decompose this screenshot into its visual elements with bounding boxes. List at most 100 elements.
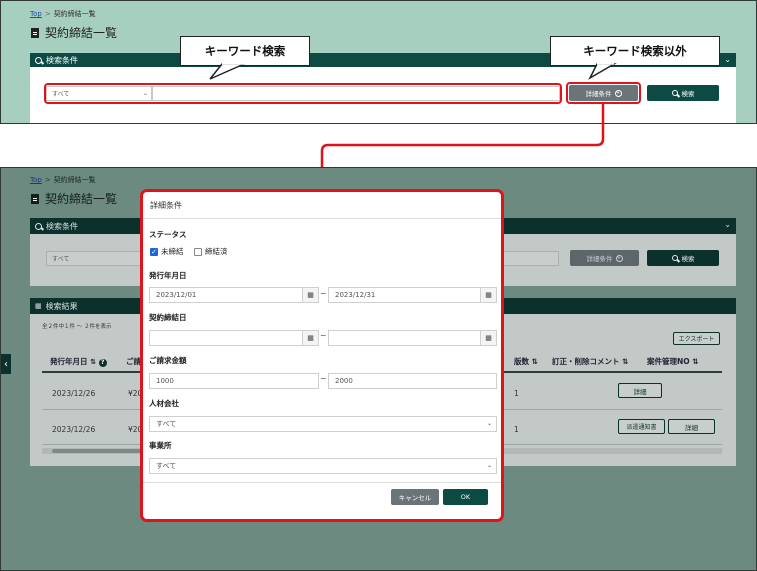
input-value: 1000 xyxy=(156,377,174,385)
top-screenshot: Top>契約締結一覧 契約締結一覧 検索条件 ⌄ すべて ⌄ 詳細条件+ xyxy=(0,0,757,124)
document-icon xyxy=(31,27,39,38)
amount-from-input[interactable]: 1000 xyxy=(149,373,319,389)
amount-label: ご請求金額 xyxy=(149,356,187,365)
breadcrumb-current: 契約締結一覧 xyxy=(53,10,96,18)
breadcrumb: Top > 契約締結一覧 xyxy=(30,9,96,19)
office-select[interactable]: すべて ⌄ xyxy=(149,458,497,474)
select-value: すべて xyxy=(156,420,177,428)
amount-to-input[interactable]: 2000 xyxy=(328,373,497,389)
issue-date-to-input[interactable]: 2023/12/31 ▦ xyxy=(328,287,497,303)
row-issue-date: 2023/12/26 xyxy=(52,389,96,398)
dispatch-notice-button[interactable]: 派遣通知書 xyxy=(618,419,665,434)
breadcrumb: Top > 契約締結一覧 xyxy=(30,175,96,185)
breadcrumb-separator: > xyxy=(44,10,51,18)
staffing-company-select[interactable]: すべて ⌄ xyxy=(149,416,497,432)
breadcrumb-current: 契約締結一覧 xyxy=(53,176,96,184)
callout-keyword-search: キーワード検索 xyxy=(180,36,310,66)
chevron-down-icon[interactable]: ⌄ xyxy=(724,220,731,229)
calendar-icon[interactable]: ▦ xyxy=(302,331,318,345)
export-button[interactable]: エクスポート xyxy=(673,332,720,345)
column-header-comment[interactable]: 訂正・削除コメント ⇅ xyxy=(552,356,628,367)
chevron-left-icon[interactable]: ‹ xyxy=(1,354,11,374)
callout-other-text: キーワード検索以外 xyxy=(583,44,687,58)
sort-icon[interactable]: ⇅ xyxy=(532,357,538,366)
results-card-title: 検索結果 xyxy=(45,301,78,311)
column-header-label: 発行年月日 xyxy=(50,357,88,366)
search-icon xyxy=(35,56,42,64)
chevron-down-icon: ⌄ xyxy=(486,420,492,427)
sort-icon[interactable]: ⇅ xyxy=(692,357,698,366)
export-button-label: エクスポート xyxy=(678,336,715,343)
callout-other-search: キーワード検索以外 xyxy=(550,36,720,66)
column-header-label: 訂正・削除コメント xyxy=(552,357,620,366)
checkbox-label: 未締結 xyxy=(161,247,184,256)
select-value: すべて xyxy=(156,462,177,470)
detail-button-label: 詳細条件 xyxy=(586,255,613,263)
column-header-issue-date[interactable]: 発行年月日 ⇅ ? xyxy=(50,356,107,367)
calendar-icon[interactable]: ▦ xyxy=(480,331,496,345)
search-icon xyxy=(671,90,678,96)
cancel-button[interactable]: キャンセル xyxy=(391,489,439,505)
issue-date-from-input[interactable]: 2023/12/01 ▦ xyxy=(149,287,319,303)
search-card-title: 検索条件 xyxy=(46,55,78,65)
detail-conditions-modal: 詳細条件 ステータス ✓ 未締結 締結済 発行年月日 2023/12/01 ▦ ~… xyxy=(140,189,504,522)
row-version: 1 xyxy=(514,389,519,398)
contract-date-from-input[interactable]: ▦ xyxy=(149,330,319,346)
column-header-amount[interactable]: ご請 xyxy=(126,356,141,367)
column-header-case-no[interactable]: 案件管理NO ⇅ xyxy=(647,356,699,367)
office-label: 事業所 xyxy=(149,441,172,450)
checkbox-label: 締結済 xyxy=(205,247,228,256)
staffing-company-label: 人材会社 xyxy=(149,399,179,408)
column-header-label: 案件管理NO xyxy=(647,357,690,366)
sort-icon[interactable]: ⇅ xyxy=(622,357,628,366)
tutorial-figure: Top>契約締結一覧 契約締結一覧 検索条件 ⌄ すべて ⌄ 詳細条件+ xyxy=(0,0,757,571)
page-title: 契約締結一覧 xyxy=(31,190,117,207)
sort-icon[interactable]: ⇅ xyxy=(90,358,96,366)
input-value: 2000 xyxy=(335,377,353,385)
breadcrumb-separator: > xyxy=(44,176,51,184)
search-button-label: 検索 xyxy=(681,90,695,98)
row-issue-date: 2023/12/26 xyxy=(52,425,96,434)
breadcrumb-home-link[interactable]: Top xyxy=(30,176,42,184)
table-icon: ▦ xyxy=(35,302,42,310)
search-icon xyxy=(671,255,678,261)
range-separator: ~ xyxy=(320,331,327,340)
calendar-icon[interactable]: ▦ xyxy=(480,288,496,302)
keyword-highlight-box xyxy=(44,83,562,104)
input-value: 2023/12/31 xyxy=(335,291,376,299)
plus-circle-icon: + xyxy=(615,254,623,262)
status-checkbox-signed[interactable]: 締結済 xyxy=(194,246,228,257)
modal-footer-divider xyxy=(143,482,501,483)
column-header-version[interactable]: 版数 ⇅ xyxy=(514,356,538,367)
checkbox-checked-icon: ✓ xyxy=(150,247,158,256)
page-title-text: 契約締結一覧 xyxy=(45,26,118,40)
chevron-down-icon[interactable]: ⌄ xyxy=(724,55,731,64)
range-separator: ~ xyxy=(320,289,327,298)
document-icon xyxy=(31,193,39,204)
row-version: 1 xyxy=(514,425,519,434)
page-title: 契約締結一覧 xyxy=(31,24,117,41)
status-label: ステータス xyxy=(149,230,187,239)
input-value: 2023/12/01 xyxy=(156,291,197,299)
detail-button[interactable]: 詳細 xyxy=(668,419,715,434)
search-button[interactable]: 検索 xyxy=(647,250,719,266)
ok-button[interactable]: OK xyxy=(443,489,488,505)
contract-date-to-input[interactable]: ▦ xyxy=(328,330,497,346)
page-title-text: 契約締結一覧 xyxy=(45,192,118,206)
calendar-icon[interactable]: ▦ xyxy=(302,288,318,302)
search-button[interactable]: 検索 xyxy=(647,85,719,101)
help-icon[interactable]: ? xyxy=(98,359,107,367)
result-count: 全２件中１件 ～ ２件を表示 xyxy=(42,324,112,330)
checkbox-unchecked-icon xyxy=(194,247,202,256)
category-select-value: すべて xyxy=(52,256,70,263)
search-button-label: 検索 xyxy=(681,255,695,263)
breadcrumb-home-link[interactable]: Top xyxy=(30,10,42,18)
column-header-label: 版数 xyxy=(514,357,529,366)
range-separator: ~ xyxy=(320,374,327,383)
status-checkbox-unsigned[interactable]: ✓ 未締結 xyxy=(150,246,184,257)
contract-date-label: 契約締結日 xyxy=(149,313,187,322)
modal-title-divider xyxy=(143,218,501,219)
modal-title: 詳細条件 xyxy=(150,201,182,210)
detail-conditions-button[interactable]: 詳細条件 + xyxy=(570,250,639,266)
detail-button[interactable]: 詳細 xyxy=(618,383,662,398)
